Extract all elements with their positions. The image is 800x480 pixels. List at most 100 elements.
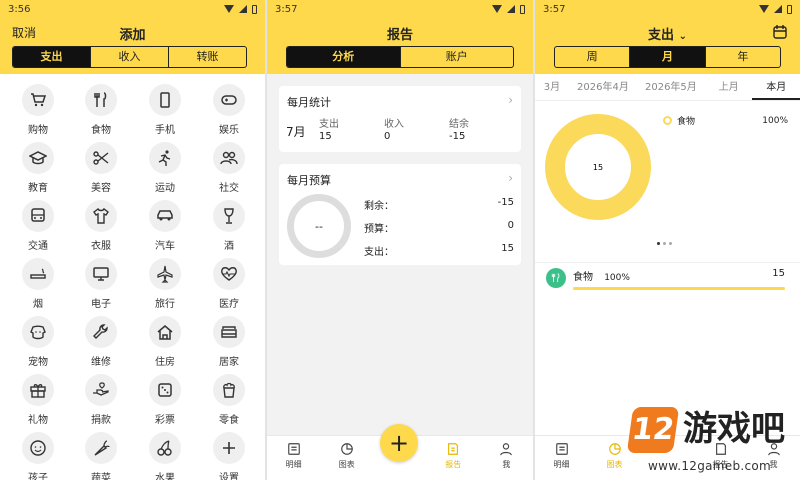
- graduation-cap-icon: [29, 151, 47, 165]
- tab-month-3[interactable]: 3月: [535, 75, 569, 100]
- category-icon-circle: [213, 258, 245, 290]
- tab-income[interactable]: 收入: [90, 47, 168, 67]
- category-item[interactable]: 酒: [204, 200, 254, 252]
- category-item[interactable]: 设置: [204, 432, 254, 480]
- wine-glass-icon: [224, 208, 234, 224]
- watermark-url: www.12gameb.com: [648, 459, 772, 473]
- category-item[interactable]: 孩子: [13, 432, 63, 480]
- category-item[interactable]: 交通: [13, 200, 63, 252]
- chevron-right-icon: ›: [508, 93, 513, 107]
- category-item[interactable]: 手机: [140, 84, 190, 136]
- category-item[interactable]: 维修: [76, 316, 126, 368]
- type-dropdown-label: 支出: [648, 28, 675, 43]
- add-record-button[interactable]: +: [380, 424, 418, 462]
- category-label: 维修: [91, 357, 111, 368]
- tab-transfer[interactable]: 转账: [168, 47, 246, 67]
- dice-icon: [158, 383, 172, 397]
- category-item[interactable]: 食物: [76, 84, 126, 136]
- category-icon-circle: [22, 200, 54, 232]
- category-item[interactable]: 医疗: [204, 258, 254, 310]
- category-item[interactable]: 电子: [76, 258, 126, 310]
- legend-swatch: [663, 116, 672, 125]
- category-label: 手机: [155, 125, 175, 136]
- month-tabs: 3月 2026年4月 2026年5月 上月 本月: [535, 75, 800, 101]
- scissors-icon: [93, 151, 109, 165]
- category-label: 酒: [224, 241, 234, 252]
- nav-detail[interactable]: 明细: [535, 436, 588, 480]
- tab-expense[interactable]: 支出: [13, 47, 90, 67]
- category-item[interactable]: 礼物: [13, 374, 63, 426]
- category-icon-circle: [85, 374, 117, 406]
- shirt-icon: [93, 207, 109, 224]
- category-item[interactable]: 运动: [140, 142, 190, 194]
- tab-this-month[interactable]: 本月: [752, 75, 800, 100]
- people-icon: [220, 151, 238, 165]
- user-icon: [500, 443, 513, 456]
- plus-icon: [223, 442, 235, 454]
- category-item[interactable]: 住房: [140, 316, 190, 368]
- category-item[interactable]: 水果: [140, 432, 190, 480]
- remaining-label: 剩余：: [364, 201, 394, 212]
- tab-month-may[interactable]: 2026年5月: [637, 75, 705, 100]
- tab-last-month[interactable]: 上月: [705, 75, 753, 100]
- page-dots: [657, 242, 672, 245]
- category-item[interactable]: 娱乐: [204, 84, 254, 136]
- monthly-budget-card[interactable]: 每月预算 › -- 剩余： -15 预算： 0 支出： 15: [279, 164, 521, 265]
- budget-rows: 剩余： -15 预算： 0 支出： 15: [364, 197, 514, 266]
- category-item[interactable]: 零食: [204, 374, 254, 426]
- category-item[interactable]: 美容: [76, 142, 126, 194]
- category-item[interactable]: 宠物: [13, 316, 63, 368]
- type-dropdown[interactable]: 支出 ⌄: [535, 24, 800, 43]
- category-label: 蔬菜: [91, 473, 111, 480]
- category-item[interactable]: 衣服: [76, 200, 126, 252]
- donate-icon: [93, 382, 109, 396]
- baby-icon: [30, 440, 46, 456]
- category-icon-circle: [85, 432, 117, 464]
- tab-analysis[interactable]: 分析: [287, 47, 400, 67]
- calendar-icon[interactable]: [772, 24, 788, 40]
- category-row[interactable]: 食物 100% 15: [573, 268, 785, 290]
- signal-icon: [239, 5, 247, 13]
- category-item[interactable]: 汽车: [140, 200, 190, 252]
- tab-week[interactable]: 周: [555, 47, 629, 67]
- period-tabs: 周 月 年: [554, 46, 781, 68]
- category-item[interactable]: 购物: [13, 84, 63, 136]
- nav-detail[interactable]: 明细: [267, 436, 320, 480]
- status-bar: 3:57: [267, 0, 533, 18]
- dog-icon: [30, 325, 46, 340]
- category-icon-circle: [85, 316, 117, 348]
- gamepad-icon: [221, 95, 237, 105]
- nav-chart[interactable]: 图表: [320, 436, 373, 480]
- sofa-icon: [221, 326, 237, 338]
- tab-account[interactable]: 账户: [399, 47, 514, 67]
- col-balance-label: 结余: [449, 119, 469, 130]
- category-icon-circle: [22, 374, 54, 406]
- category-label: 电子: [91, 299, 111, 310]
- tab-month[interactable]: 月: [629, 47, 705, 67]
- category-item[interactable]: 彩票: [140, 374, 190, 426]
- category-icon-circle: [149, 432, 181, 464]
- tab-year[interactable]: 年: [704, 47, 780, 67]
- cigarette-icon: [30, 268, 46, 279]
- nav-me[interactable]: 我: [480, 436, 533, 480]
- tab-month-apr[interactable]: 2026年4月: [569, 75, 637, 100]
- income-value: 0: [384, 131, 391, 142]
- category-item[interactable]: 旅行: [140, 258, 190, 310]
- category-item[interactable]: 蔬菜: [76, 432, 126, 480]
- nav-label: 明细: [285, 460, 302, 469]
- monthly-stats-card[interactable]: 每月统计 › 7月 支出 收入 结余 15 0 -15: [279, 86, 521, 152]
- category-icon-circle: [22, 316, 54, 348]
- category-label: 居家: [219, 357, 239, 368]
- budget-value: 0: [507, 220, 514, 231]
- list-icon: [287, 443, 300, 455]
- category-icon-circle: [213, 200, 245, 232]
- category-item[interactable]: 居家: [204, 316, 254, 368]
- category-item[interactable]: 社交: [204, 142, 254, 194]
- watermark-text: 游戏吧: [683, 409, 785, 449]
- category-item[interactable]: 教育: [13, 142, 63, 194]
- category-icon-circle: [149, 200, 181, 232]
- nav-report[interactable]: 报告: [427, 436, 480, 480]
- category-label: 衣服: [91, 241, 111, 252]
- category-item[interactable]: 捐款: [76, 374, 126, 426]
- category-item[interactable]: 烟: [13, 258, 63, 310]
